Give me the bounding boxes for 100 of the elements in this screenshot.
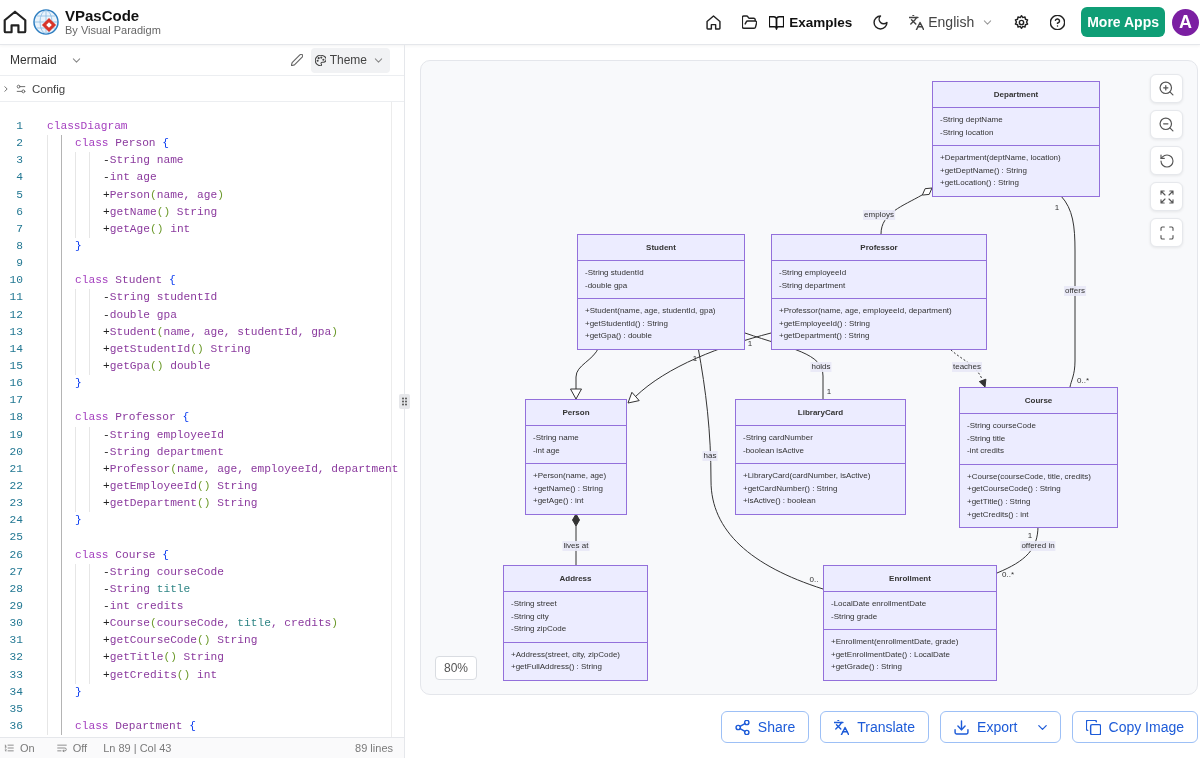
line-number: 18 — [8, 410, 23, 426]
line-number: 33 — [8, 667, 23, 683]
class-attribute: -double gpa — [585, 279, 628, 292]
code-line: class Professor { — [75, 410, 190, 426]
zoom-in-icon — [1159, 81, 1174, 96]
share-button[interactable]: Share — [720, 711, 810, 743]
code-line: +getCredits() int — [103, 667, 218, 683]
language-select[interactable]: English — [909, 14, 994, 30]
line-number: 21 — [8, 461, 23, 477]
class-method: +getEnrollmentDate() : LocalDate — [831, 648, 950, 661]
zoom-out-icon — [1159, 117, 1174, 132]
class-method: +LibraryCard(cardNumber, isActive) — [743, 470, 871, 483]
class-title: LibraryCard — [797, 407, 844, 418]
copy-button[interactable]: Copy Image — [1071, 711, 1198, 743]
line-number: 17 — [8, 393, 23, 409]
line-number: 9 — [15, 256, 23, 272]
code-line: +getAge() int — [103, 221, 191, 237]
code-line: } — [75, 376, 82, 392]
home-icon[interactable] — [3, 10, 27, 34]
class-attribute: -int age — [533, 444, 560, 457]
pencil-icon[interactable] — [290, 54, 303, 66]
line-number: 7 — [15, 221, 23, 237]
class-method: +Department(deptName, location) — [940, 152, 1061, 165]
class-method: +Address(street, city, zipCode) — [511, 648, 620, 661]
wrap-text-icon[interactable] — [56, 743, 67, 753]
theme-button[interactable]: Theme — [310, 47, 390, 73]
word-wrap-status: Off — [72, 742, 88, 754]
zoom-in-button[interactable] — [1150, 74, 1183, 103]
resize-handle[interactable] — [399, 394, 410, 409]
class-attribute: -String cardNumber — [743, 432, 813, 444]
reset-button[interactable] — [1150, 146, 1183, 175]
code-line: +getTitle() String — [103, 650, 224, 666]
class-method: +getAge() : int — [533, 495, 584, 508]
line-number: 10 — [8, 273, 23, 289]
fit-button[interactable] — [1150, 182, 1183, 211]
code-line: } — [75, 239, 82, 254]
settings-icon[interactable] — [1014, 14, 1030, 30]
moon-icon[interactable] — [873, 14, 889, 30]
class-method: +getCardNumber() : String — [743, 482, 838, 495]
class-method: +getTitle() : String — [967, 495, 1031, 508]
class-method: +getDepartment() : String — [779, 330, 870, 343]
line-number: 31 — [8, 633, 23, 649]
class-attribute: -LocalDate enrollmentDate — [831, 598, 927, 610]
line-number: 12 — [8, 307, 23, 323]
line-number: 1 — [15, 119, 23, 134]
fullscreen-button[interactable] — [1150, 218, 1183, 247]
class-method: +getEmployeeId() : String — [779, 317, 870, 330]
class-attribute: -String studentId — [585, 267, 644, 279]
sliders-icon — [16, 83, 26, 94]
line-number: 6 — [15, 204, 23, 220]
numbered-list-icon[interactable] — [4, 743, 14, 753]
fullscreen-icon — [1159, 225, 1174, 240]
class-attribute: -String deptName — [940, 114, 1003, 126]
help-icon[interactable] — [1050, 14, 1066, 30]
translate-icon — [834, 719, 850, 735]
class-method: +Enrollment(enrollmentDate, grade) — [831, 636, 959, 649]
avatar-button[interactable]: A — [1172, 8, 1199, 36]
edge-label: offers — [1064, 286, 1086, 296]
examples-button[interactable]: Examples — [769, 14, 853, 30]
line-number: 13 — [8, 324, 23, 340]
code-line: +getStudentId() String — [103, 341, 251, 357]
code-line: class Student { — [75, 273, 176, 289]
zoom-level: 80% — [435, 656, 478, 680]
class-title: Student — [646, 242, 676, 253]
line-number: 4 — [15, 170, 23, 186]
line-number: 2 — [15, 136, 23, 152]
code-line: classDiagram — [47, 119, 128, 134]
line-number: 20 — [8, 444, 23, 460]
edge-label: offered in — [1020, 541, 1056, 551]
translate-button[interactable]: Translate — [820, 711, 930, 743]
line-number: 24 — [8, 513, 23, 529]
multiplicity-label: 1 — [692, 353, 698, 363]
config-toggle[interactable]: Config — [0, 82, 66, 95]
home-icon[interactable] — [706, 14, 722, 30]
class-method: +getDeptName() : String — [940, 164, 1027, 177]
class-attribute: -String city — [511, 610, 549, 623]
code-line: } — [75, 513, 82, 529]
code-line: +getGpa() double — [103, 358, 211, 374]
class-title: Address — [559, 573, 592, 584]
line-number: 8 — [15, 239, 23, 254]
line-number: 34 — [8, 684, 23, 700]
code-line: -double gpa — [103, 307, 177, 323]
folder-icon[interactable] — [742, 14, 758, 30]
class-attribute: -String grade — [831, 610, 878, 623]
syntax-select[interactable]: Mermaid — [10, 53, 82, 67]
line-number: 32 — [8, 650, 23, 666]
edge-label: employs — [863, 210, 895, 220]
code-line: +getCourseCode() String — [103, 633, 258, 649]
line-number: 29 — [8, 598, 23, 614]
class-method: +getName() : String — [533, 482, 604, 495]
line-number: 35 — [8, 701, 23, 717]
multiplicity-label: 0.. — [809, 574, 819, 584]
line-number: 23 — [8, 496, 23, 512]
class-method: +Student(name, age, studentId, gpa) — [585, 305, 716, 318]
class-method: +isActive() : boolean — [743, 495, 816, 508]
export-button[interactable]: Export — [940, 711, 1061, 743]
code-line: +getDepartment() String — [103, 496, 258, 512]
zoom-out-button[interactable] — [1150, 110, 1183, 139]
class-attribute: -String name — [533, 432, 579, 444]
class-title: Enrollment — [889, 573, 931, 584]
